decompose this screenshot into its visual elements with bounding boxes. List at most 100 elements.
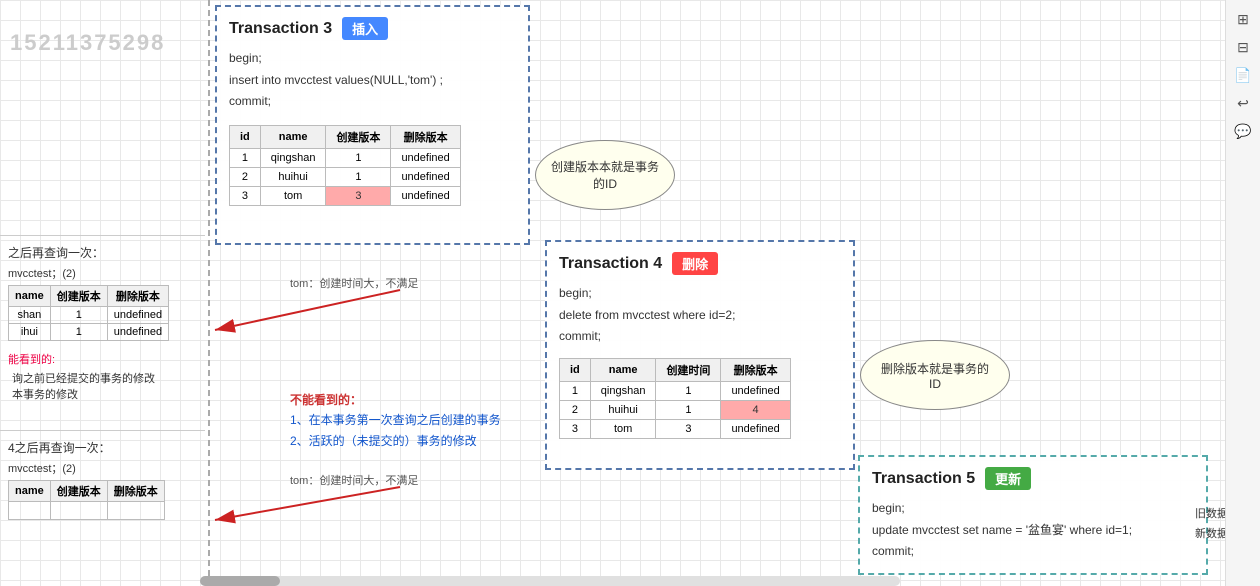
th-created: 创建版本 — [326, 125, 391, 148]
code-line-1: delete from mvcctest where id=2; — [559, 305, 841, 327]
transaction5-title: Transaction 5 — [872, 470, 975, 488]
left-panel: 15211375298 之后再查询一次： mvcctest；(2) name 创… — [0, 0, 210, 586]
can-see-title: 能看到的: — [8, 351, 197, 367]
cannot-see-title: 不能看到的： — [290, 390, 501, 410]
th-id: id — [560, 358, 591, 381]
cell-created: 1 — [656, 381, 721, 400]
cell-created: 1 — [326, 148, 391, 167]
transaction5-code: begin; update mvcctest set name = '盆鱼宴' … — [872, 498, 1194, 563]
th-name: name — [590, 358, 656, 381]
transaction4-title: Transaction 4 — [559, 255, 662, 273]
col-created: 创建版本 — [50, 481, 107, 502]
col-deleted: 删除版本 — [107, 286, 168, 307]
cell-name: huihui — [260, 167, 326, 186]
cell-deleted: undefined — [391, 148, 460, 167]
cell: ihui — [9, 324, 51, 341]
transaction5-new-note: 新数据记录 — [1195, 525, 1225, 541]
horizontal-scrollbar[interactable] — [200, 576, 900, 586]
table-row: 1 qingshan 1 undefined — [560, 381, 791, 400]
query-top-subtitle: mvcctest；(2) — [8, 265, 197, 281]
cell: undefined — [107, 324, 168, 341]
transaction3-code: begin; insert into mvcctest values(NULL,… — [229, 48, 516, 113]
query-bottom-title: 4之后再查询一次： — [8, 439, 197, 456]
cell-name: qingshan — [260, 148, 326, 167]
cell — [107, 502, 164, 520]
transaction3-badge: 插入 — [342, 17, 388, 40]
left-query-bottom: 4之后再查询一次： mvcctest；(2) name 创建版本 删除版本 — [0, 430, 205, 528]
toolbar-icon-2[interactable]: 📄 — [1232, 64, 1254, 86]
transaction5-box: Transaction 5 更新 begin; update mvcctest … — [858, 455, 1208, 575]
cell-id: 2 — [230, 167, 261, 186]
cell: shan — [9, 307, 51, 324]
table-row: 2 huihui 1 undefined — [230, 167, 461, 186]
watermark: 15211375298 — [10, 30, 165, 56]
cell-id: 3 — [560, 419, 591, 438]
table-row — [9, 502, 165, 520]
th-id: id — [230, 125, 261, 148]
cell-name: tom — [260, 186, 326, 205]
cell: 1 — [50, 307, 107, 324]
col-created: 创建版本 — [50, 286, 107, 307]
code-line-2: commit; — [229, 91, 516, 113]
transaction4-header: Transaction 4 删除 — [559, 252, 841, 275]
cell-id: 1 — [560, 381, 591, 400]
scrollbar-thumb[interactable] — [200, 576, 280, 586]
transaction5-badge: 更新 — [985, 467, 1031, 490]
cell-deleted-highlight: 4 — [721, 400, 790, 419]
query-bottom-subtitle: mvcctest；(2) — [8, 460, 197, 476]
cell-id: 2 — [560, 400, 591, 419]
query-bottom-table: name 创建版本 删除版本 — [8, 480, 165, 520]
transaction4-bubble: 删除版本就是事务的ID — [860, 340, 1010, 410]
query-top-title: 之后再查询一次： — [8, 244, 197, 261]
can-see-item-1: 本事务的修改 — [12, 386, 197, 402]
code-line-2: commit; — [872, 541, 1194, 563]
transaction4-note: tom：创建时间大，不满足 — [290, 472, 418, 488]
cell: 1 — [50, 324, 107, 341]
table-row: ihui 1 undefined — [9, 324, 169, 341]
transaction5-old-note: 旧数据记录 — [1195, 505, 1225, 521]
table-row: 3 tom 3 undefined — [560, 419, 791, 438]
table-row: 3 tom 3 undefined — [230, 186, 461, 205]
left-query-top: 之后再查询一次： mvcctest；(2) name 创建版本 删除版本 sha… — [0, 235, 205, 410]
cell-name: huihui — [590, 400, 656, 419]
code-line-0: begin; — [229, 48, 516, 70]
toolbar-icon-1[interactable]: ⊟ — [1232, 36, 1254, 58]
transaction3-table: id name 创建版本 删除版本 1 qingshan 1 undefined… — [229, 125, 461, 206]
transaction4-box: Transaction 4 删除 begin; delete from mvcc… — [545, 240, 855, 470]
th-deleted: 删除版本 — [391, 125, 460, 148]
cell-deleted: undefined — [721, 381, 790, 400]
toolbar-icon-0[interactable]: ⊞ — [1232, 8, 1254, 30]
transaction3-note: tom：创建时间大，不满足 — [290, 275, 418, 291]
can-see-item-0: 询之前已经提交的事务的修改 — [12, 370, 197, 386]
transaction3-title: Transaction 3 — [229, 20, 332, 38]
cell — [50, 502, 107, 520]
right-toolbar: ⊞ ⊟ 📄 ↩ 💬 — [1225, 0, 1260, 586]
cell-id: 1 — [230, 148, 261, 167]
transaction4-badge: 删除 — [672, 252, 718, 275]
code-line-0: begin; — [872, 498, 1194, 520]
toolbar-icon-3[interactable]: ↩ — [1232, 92, 1254, 114]
th-deleted: 删除版本 — [721, 358, 790, 381]
cannot-see-item-0: 1、在本事务第一次查询之后创建的事务 — [290, 410, 501, 430]
transaction4-table: id name 创建时间 删除版本 1 qingshan 1 undefined… — [559, 358, 791, 439]
col-name: name — [9, 481, 51, 502]
cannot-see-item-1: 2、活跃的（未提交的）事务的修改 — [290, 431, 501, 451]
th-name: name — [260, 125, 326, 148]
cell — [9, 502, 51, 520]
cell-name: qingshan — [590, 381, 656, 400]
th-created: 创建时间 — [656, 358, 721, 381]
table-row: 2 huihui 1 4 — [560, 400, 791, 419]
transaction3-box: Transaction 3 插入 begin; insert into mvcc… — [215, 5, 530, 245]
cell-deleted: undefined — [391, 186, 460, 205]
query-top-table: name 创建版本 删除版本 shan 1 undefined ihui 1 u… — [8, 285, 169, 341]
bubble-text: 创建版本本就是事务的ID — [551, 158, 659, 192]
bubble-text: 删除版本就是事务的ID — [876, 360, 994, 391]
toolbar-icon-4[interactable]: 💬 — [1232, 120, 1254, 142]
transaction3-header: Transaction 3 插入 — [229, 17, 516, 40]
cell-created-highlight: 3 — [326, 186, 391, 205]
cell-deleted: undefined — [391, 167, 460, 186]
cell-created: 1 — [656, 400, 721, 419]
transaction3-bubble: 创建版本本就是事务的ID — [535, 140, 675, 210]
table-row: 1 qingshan 1 undefined — [230, 148, 461, 167]
transaction5-header: Transaction 5 更新 — [872, 467, 1194, 490]
